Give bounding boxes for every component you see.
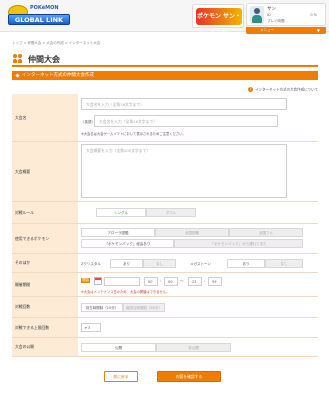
help-link-text: インターネット方式の大会作成について bbox=[255, 87, 318, 92]
user-percent: 0 % bbox=[310, 13, 317, 17]
single-label: シングル bbox=[114, 211, 128, 215]
page-title: 仲間大会 bbox=[28, 55, 60, 64]
rule-single-option[interactable]: シングル bbox=[96, 208, 146, 217]
start-badge: 開始 bbox=[81, 278, 90, 283]
breadcrumb-item-tournament[interactable]: 仲間大会 bbox=[27, 41, 41, 45]
field-label: 対戦回数 bbox=[12, 297, 78, 317]
user-info-box[interactable]: サン ID プレイ時間 0 % bbox=[246, 3, 326, 26]
double-label: ダブル bbox=[165, 211, 177, 215]
form-row-battle-rule: 対戦ルール シングル ダブル bbox=[12, 202, 318, 224]
page-title-bar: 仲間大会 bbox=[12, 51, 318, 67]
user-playtime-label: プレイ時間 bbox=[267, 19, 285, 23]
national-dex-option[interactable]: 全国図鑑 bbox=[155, 228, 229, 237]
time-separator: : bbox=[204, 279, 206, 283]
pokemon-global-link-logo[interactable]: POKéMON GLOBAL LINK bbox=[6, 2, 72, 30]
english-label: （英語） bbox=[81, 120, 95, 124]
breadcrumb-separator: > bbox=[23, 41, 27, 45]
people-icon bbox=[13, 54, 23, 63]
date-input[interactable] bbox=[104, 277, 140, 286]
bank-allowed-option[interactable]: 「ポケモンバンク」経由あり bbox=[81, 239, 174, 248]
confirm-button[interactable]: 内容を確認する bbox=[157, 371, 221, 382]
name-input[interactable]: 大会名を入力（全角16文字まで） bbox=[81, 98, 287, 110]
logo-main-text: POKéMON bbox=[30, 5, 59, 11]
mega-stone-on[interactable]: あり bbox=[227, 259, 265, 268]
field-label: 対戦ルール bbox=[12, 202, 78, 223]
mega-stone-label: メガストーン bbox=[190, 262, 211, 266]
z-crystal-on[interactable]: あり bbox=[110, 259, 143, 268]
avatar bbox=[250, 6, 264, 24]
field-label: 大会名 bbox=[12, 94, 78, 141]
menu-button[interactable]: メニュー ▼ bbox=[246, 27, 326, 34]
total-time-option[interactable]: 総試合時間制（60分） bbox=[123, 303, 165, 312]
form-row-rounds: 対戦回数 持ち時間制（10分） 総試合時間制（60分） bbox=[12, 297, 318, 318]
field-label: 開催期間 bbox=[12, 273, 78, 296]
field-label: 対戦できる上限回数 bbox=[12, 318, 78, 337]
name-english-input[interactable]: 大会名を入力（全角16文字まで） bbox=[94, 115, 278, 127]
form-row-name: 大会名 大会名を入力（全角16文字まで） （英語） 大会名を入力（全角16文字ま… bbox=[12, 94, 318, 142]
form-row-other: そのほか Zクリスタル あり なし メガストーン あり なし bbox=[12, 254, 318, 273]
calendar-icon[interactable] bbox=[94, 277, 102, 285]
z-crystal-label: Zクリスタル bbox=[81, 262, 101, 266]
bank-transferred-option[interactable]: 「ポケモンバンク」から連れてきた bbox=[174, 239, 303, 248]
breadcrumb-item-current: インターネット大会 bbox=[68, 41, 101, 45]
form-row-entries: 対戦できる上限回数 ▾ 3 bbox=[12, 318, 318, 338]
site-header: POKéMON GLOBAL LINK ポケモン サン・ムーン サン ID プレ… bbox=[0, 0, 329, 37]
end-hour-select[interactable]: 23 bbox=[188, 277, 202, 286]
name-note: ※大会名は大会ゲームソフトにおいて表示されるためご注意ください。 bbox=[81, 132, 186, 136]
period-note: ※大会はメンテナンス日のため、大会の開催はできません。 bbox=[81, 290, 170, 294]
start-min-select[interactable]: 00 bbox=[164, 277, 178, 286]
range-tilde: 〜 bbox=[180, 279, 184, 283]
public-option[interactable]: 公開 bbox=[81, 343, 156, 352]
field-label: 大会概要 bbox=[12, 142, 78, 201]
overview-textarea[interactable]: 大会概要を入力（全角200文字まで） bbox=[81, 144, 287, 198]
user-id-label: ID bbox=[267, 13, 271, 17]
form-row-overview: 大会概要 大会概要を入力（全角200文字まで） bbox=[12, 142, 318, 202]
logo-sub-text: GLOBAL LINK bbox=[8, 14, 70, 25]
time-limit-option[interactable]: 持ち時間制（10分） bbox=[81, 303, 123, 312]
form-row-period: 開催期間 開始 00 : 00 〜 23 : 59 ※大会はメンテナンス日のため… bbox=[12, 273, 318, 297]
chevron-down-icon: ▼ bbox=[316, 28, 320, 33]
start-hour-select[interactable]: 00 bbox=[144, 277, 158, 286]
help-icon: ? bbox=[248, 87, 254, 92]
private-option[interactable]: 非公開 bbox=[156, 343, 231, 352]
field-label: 大会の公開 bbox=[12, 338, 78, 356]
national-full-option[interactable]: 全国フル bbox=[229, 228, 303, 237]
entries-value: 3 bbox=[87, 326, 91, 330]
user-name: サン bbox=[267, 7, 276, 12]
help-link[interactable]: ? インターネット方式の大会作成について bbox=[248, 87, 318, 93]
breadcrumb-item-top[interactable]: トップ bbox=[12, 41, 23, 45]
time-separator: : bbox=[160, 279, 162, 283]
field-label: 使用できるポケモン bbox=[12, 224, 78, 253]
field-label: そのほか bbox=[12, 254, 78, 272]
z-crystal-off[interactable]: なし bbox=[143, 259, 176, 268]
game-title: ポケモン サン・ムーン bbox=[196, 8, 242, 37]
breadcrumb: トップ>仲間大会>大会の作成>インターネット大会 bbox=[12, 41, 100, 46]
mega-stone-off[interactable]: なし bbox=[265, 259, 303, 268]
breadcrumb-item-create[interactable]: 大会の作成 bbox=[46, 41, 64, 45]
end-min-select[interactable]: 59 bbox=[208, 277, 222, 286]
form-row-usable-pokemon: 使用できるポケモン アローラ図鑑 全国図鑑 全国フル 「ポケモンバンク」経由あり… bbox=[12, 224, 318, 254]
menu-label: メニュー bbox=[260, 28, 274, 32]
breadcrumb-separator: > bbox=[64, 41, 68, 45]
alola-dex-option[interactable]: アローラ図鑑 bbox=[81, 228, 155, 237]
game-banner[interactable]: ポケモン サン・ムーン bbox=[192, 4, 244, 37]
form-row-public: 大会の公開 公開 非公開 bbox=[12, 338, 318, 357]
breadcrumb-separator: > bbox=[42, 41, 46, 45]
entries-select[interactable]: ▾ 3 bbox=[81, 323, 101, 332]
rule-double-option[interactable]: ダブル bbox=[146, 208, 196, 217]
section-header: インターネット方式の仲間大会作成 bbox=[12, 71, 318, 80]
back-button[interactable]: 前に戻る bbox=[104, 371, 138, 382]
